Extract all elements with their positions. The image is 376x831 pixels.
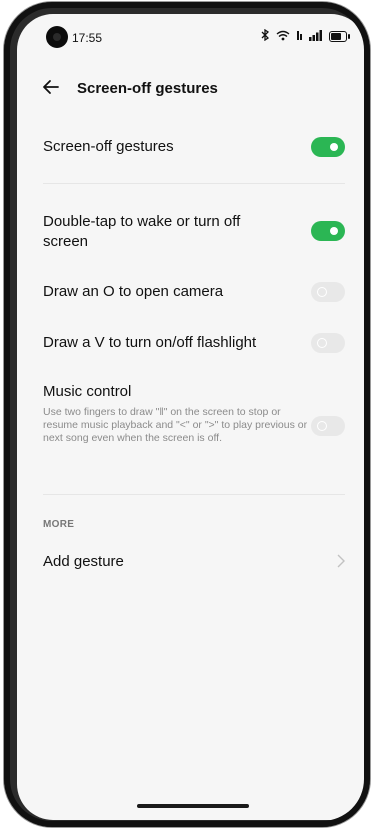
battery-icon: [329, 31, 350, 42]
data-icon: [296, 30, 303, 44]
double-tap-toggle[interactable]: [311, 221, 345, 241]
back-arrow-icon[interactable]: [41, 77, 63, 99]
power-button: [5, 322, 9, 372]
signal-icon: [309, 29, 323, 44]
screen: 17:55 Screen-off gestures Screen-off ges…: [17, 14, 367, 820]
setting-label: Music control: [43, 383, 132, 400]
setting-draw-o[interactable]: Draw an O to open camera: [17, 282, 367, 306]
add-gesture-label: Add gesture: [43, 553, 124, 570]
front-camera: [46, 26, 68, 48]
setting-screen-off-gestures[interactable]: Screen-off gestures: [17, 135, 367, 159]
setting-double-tap[interactable]: Double-tap to wake or turn off screen: [17, 210, 367, 254]
divider: [43, 183, 345, 184]
toggle-knob: [317, 287, 327, 297]
toggle-knob: [317, 338, 327, 348]
divider: [43, 494, 345, 495]
setting-description: Use two fingers to draw "‖" on the scree…: [43, 406, 308, 444]
status-time: 17:55: [72, 31, 103, 45]
setting-label: Draw an O to open camera: [43, 283, 224, 300]
page-title: Screen-off gestures: [77, 80, 218, 97]
setting-draw-v[interactable]: Draw a V to turn on/off flashlight: [17, 333, 367, 357]
wifi-icon: [276, 30, 290, 44]
chevron-right-icon: [337, 554, 345, 572]
setting-music-control[interactable]: Music control Use two fingers to draw "‖…: [17, 382, 367, 472]
status-bar: 17:55: [17, 14, 367, 54]
toggle-knob: [317, 421, 327, 431]
add-gesture-item[interactable]: Add gesture: [17, 552, 367, 576]
music-control-toggle[interactable]: [311, 416, 345, 436]
screen-off-gestures-toggle[interactable]: [311, 137, 345, 157]
toggle-knob: [330, 227, 338, 235]
draw-v-toggle[interactable]: [311, 333, 345, 353]
setting-label: Double-tap to wake or turn off screen: [43, 213, 241, 250]
status-icons: [261, 28, 350, 44]
volume-button: [5, 252, 9, 302]
header: Screen-off gestures: [17, 77, 367, 107]
setting-label: Screen-off gestures: [43, 138, 174, 155]
section-header-more: MORE: [43, 519, 75, 530]
phone-frame: 17:55 Screen-off gestures Screen-off ges…: [4, 2, 370, 827]
draw-o-toggle[interactable]: [311, 282, 345, 302]
setting-label: Draw a V to turn on/off flashlight: [43, 334, 257, 351]
toggle-knob: [330, 143, 338, 151]
home-indicator[interactable]: [137, 804, 249, 808]
bluetooth-icon: [261, 28, 270, 44]
